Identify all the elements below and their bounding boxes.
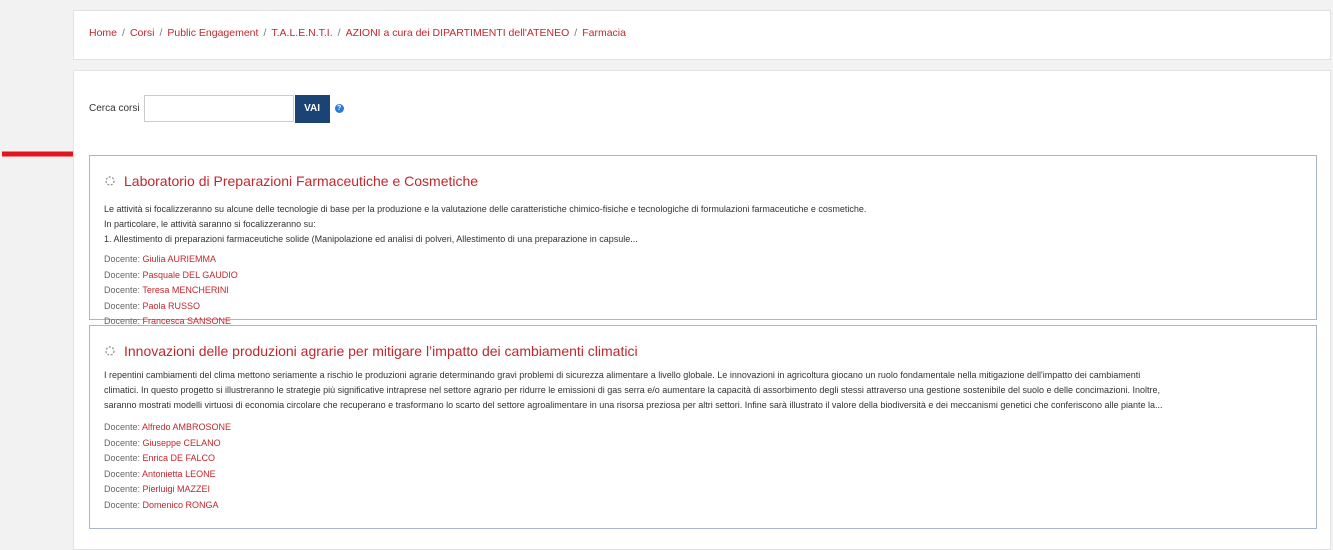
teacher-link[interactable]: Domenico RONGA <box>143 500 219 510</box>
teacher-label: Docente: <box>104 254 143 264</box>
breadcrumb-item-public-engagement[interactable]: Public Engagement <box>167 27 258 39</box>
teacher-label: Docente: <box>104 285 143 295</box>
teacher-label: Docente: <box>104 453 143 463</box>
teacher-label: Docente: <box>104 468 143 479</box>
breadcrumb-item-home[interactable]: Home <box>89 27 117 39</box>
teacher-link[interactable]: Pierluigi MAZZEI <box>143 484 211 494</box>
course-summary: I repentini cambiamenti del clima metton… <box>104 368 1304 413</box>
teacher-label: Docente: <box>104 484 143 494</box>
teacher-item: Docente: Teresa MENCHERINI <box>104 283 238 299</box>
course-title: Laboratorio di Preparazioni Farmaceutich… <box>104 173 478 189</box>
teacher-link[interactable]: Pasquale DEL GAUDIO <box>143 270 238 280</box>
teacher-label: Docente: <box>104 422 143 432</box>
course-card: Laboratorio di Preparazioni Farmaceutich… <box>89 155 1317 326</box>
breadcrumb-separator: / <box>574 27 578 39</box>
teacher-link[interactable]: Antonietta LEONE <box>142 469 216 479</box>
course-list-panel: Cerca corsi VAI ? Laboratorio di Prepara… <box>73 70 1331 550</box>
breadcrumb-item-farmacia[interactable]: Farmacia <box>582 27 626 39</box>
course-card: Innovazioni delle produzioni agrarie per… <box>89 325 1317 529</box>
teacher-label: Docente: <box>104 269 143 280</box>
teacher-item: Docente: Domenico RONGA <box>104 498 231 514</box>
teacher-link[interactable]: Paola RUSSO <box>143 301 201 311</box>
teacher-link[interactable]: Giulia AURIEMMA <box>143 254 217 264</box>
teacher-item: Docente: Enrica DE FALCO <box>104 451 231 467</box>
breadcrumb-separator: / <box>263 27 267 39</box>
summary-line: 1. Allestimento di preparazioni farmaceu… <box>104 234 638 244</box>
course-icon <box>105 176 115 186</box>
breadcrumb: Home / Corsi / Public Engagement / T.A.L.E.N.T… <box>89 27 626 39</box>
teacher-label: Docente: <box>104 499 143 510</box>
course-icon <box>105 346 115 356</box>
search-submit-button[interactable]: VAI <box>294 94 330 123</box>
course-title-link[interactable]: Innovazioni delle produzioni agrarie per… <box>124 343 638 359</box>
teacher-label: Docente: <box>104 437 143 448</box>
course-title-link[interactable]: Laboratorio di Preparazioni Farmaceutich… <box>124 173 478 189</box>
summary-line: In particolare, le attività saranno si f… <box>104 219 316 229</box>
breadcrumb-item-talenti[interactable]: T.A.L.E.N.T.I. <box>271 27 332 39</box>
teacher-list: Docente: Giulia AURIEMMA Docente: Pasqua… <box>104 252 238 330</box>
breadcrumb-separator: / <box>159 27 163 39</box>
course-summary: Le attività si focalizzeranno su alcune … <box>104 202 866 247</box>
breadcrumb-separator: / <box>337 27 341 39</box>
summary-line: Le attività si focalizzeranno su alcune … <box>104 204 867 214</box>
help-icon[interactable]: ? <box>334 104 344 113</box>
teacher-item: Docente: Giuseppe CELANO <box>104 436 231 452</box>
breadcrumb-separator: / <box>122 27 125 39</box>
breadcrumb-item-corsi[interactable]: Corsi <box>130 27 155 39</box>
teacher-item: Docente: Pasquale DEL GAUDIO <box>104 268 238 284</box>
teacher-item: Docente: Paola RUSSO <box>104 299 238 315</box>
course-search-form: Cerca corsi VAI ? <box>89 94 344 123</box>
teacher-list: Docente: Alfredo AMBROSONE Docente: Gius… <box>104 420 231 513</box>
teacher-link[interactable]: Alfredo AMBROSONE <box>142 422 231 432</box>
teacher-item: Docente: Antonietta LEONE <box>104 467 231 483</box>
teacher-link[interactable]: Teresa MENCHERINI <box>142 285 229 295</box>
teacher-label: Docente: <box>104 300 143 311</box>
summary-line: saranno mostrati modelli virtuosi di eco… <box>104 400 1163 410</box>
teacher-link[interactable]: Giuseppe CELANO <box>143 438 221 448</box>
teacher-item: Docente: Giulia AURIEMMA <box>104 252 238 268</box>
breadcrumb-item-azioni[interactable]: AZIONI a cura dei DIPARTIMENTI dell'ATEN… <box>346 27 570 39</box>
teacher-item: Docente: Alfredo AMBROSONE <box>104 420 231 436</box>
summary-line: I repentini cambiamenti del clima metton… <box>104 370 1141 380</box>
teacher-link[interactable]: Enrica DE FALCO <box>143 453 216 463</box>
course-title: Innovazioni delle produzioni agrarie per… <box>104 343 638 359</box>
search-input[interactable] <box>143 95 294 122</box>
teacher-item: Docente: Pierluigi MAZZEI <box>104 482 231 498</box>
search-label: Cerca corsi <box>89 103 140 114</box>
breadcrumb-bar: Home / Corsi / Public Engagement / T.A.L.E.N.T… <box>73 10 1331 60</box>
summary-line: climatici. In questo progetto si illustr… <box>104 385 1161 395</box>
